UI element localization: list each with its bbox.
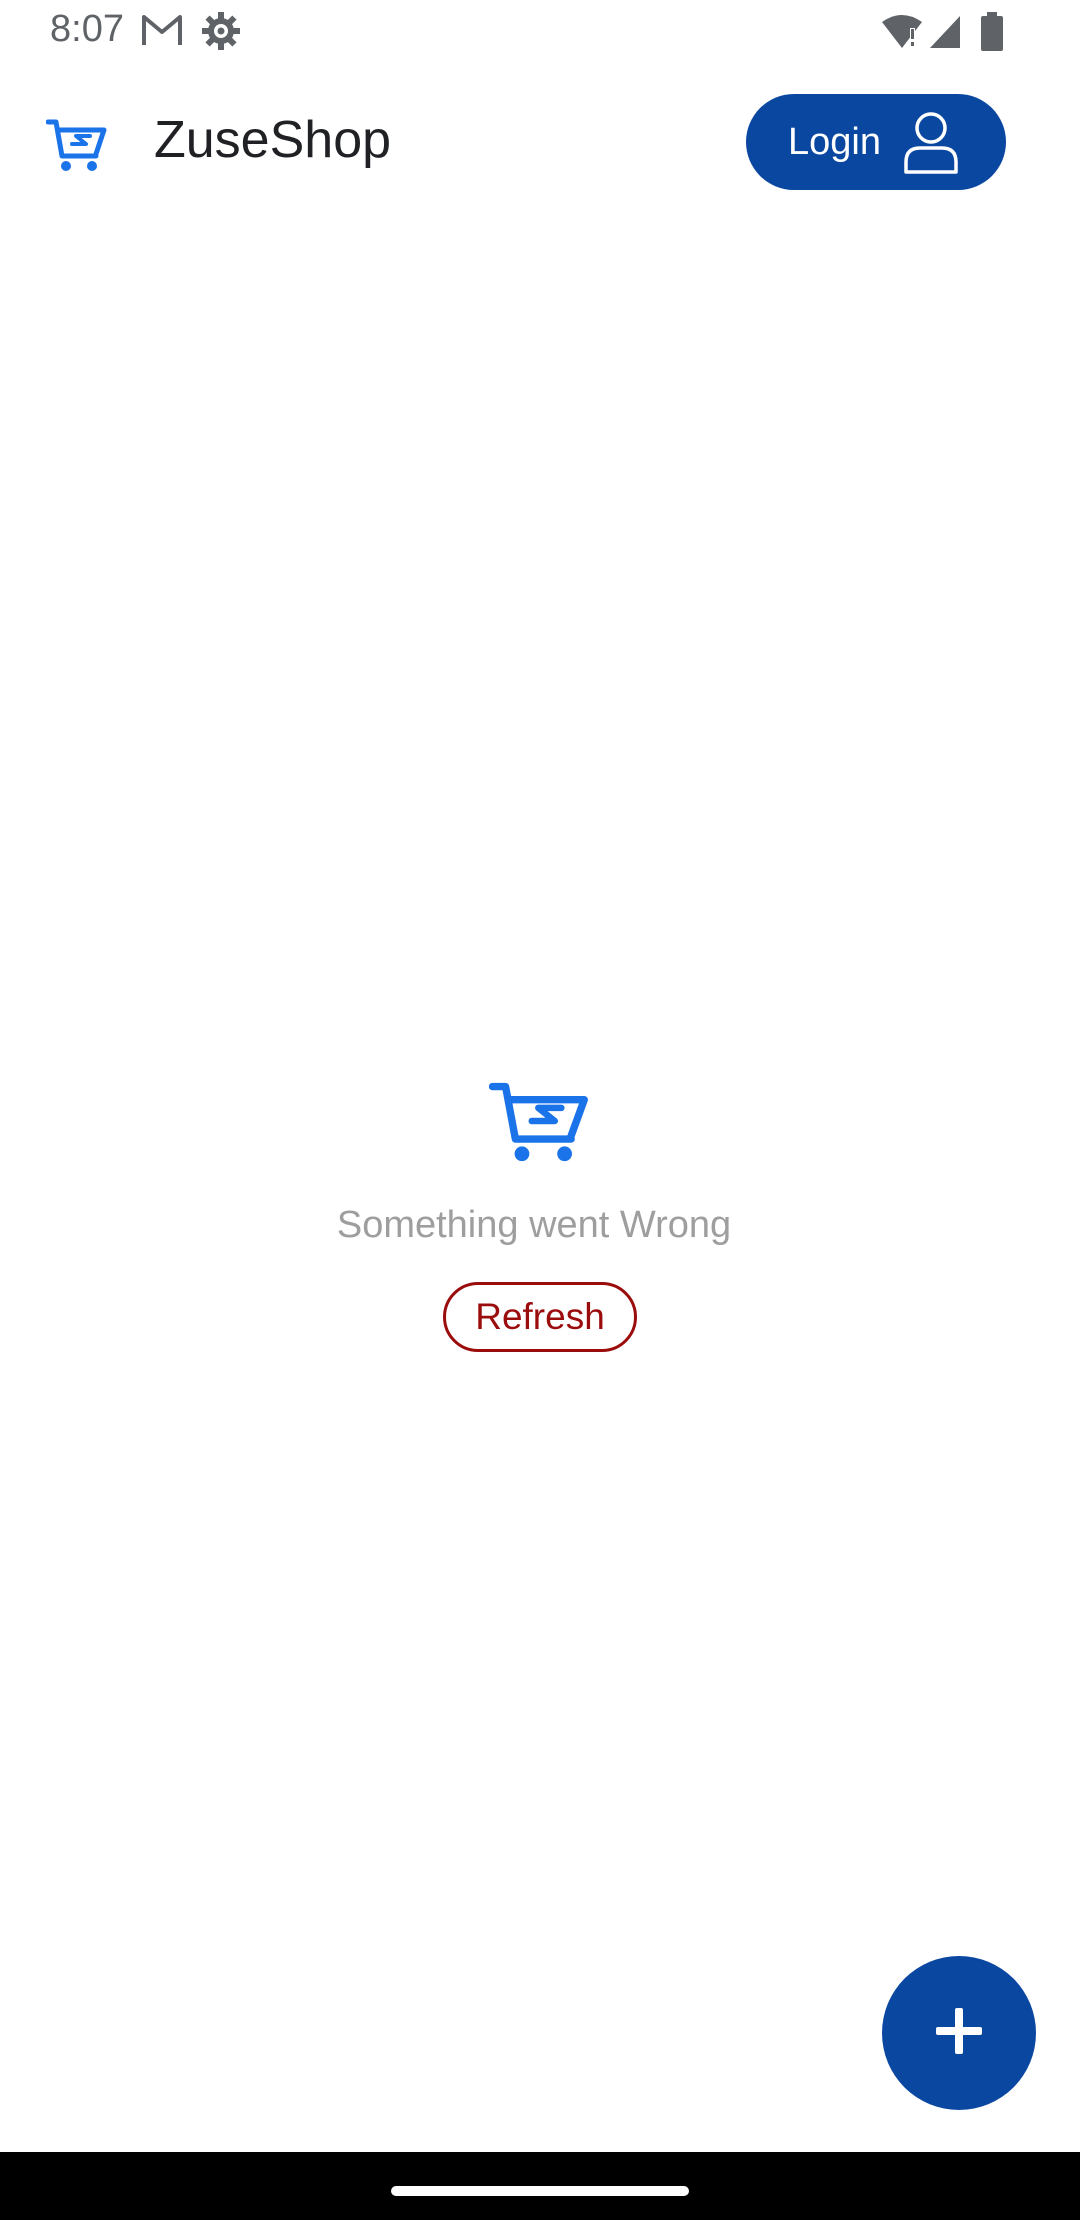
cell-signal-icon	[928, 14, 962, 55]
cart-icon	[488, 1080, 591, 1162]
error-message: Something went Wrong	[336, 1204, 732, 1246]
cart-icon	[45, 116, 108, 172]
login-button[interactable]: Login	[746, 94, 1006, 190]
login-label: Login	[788, 120, 881, 163]
settings-gear-icon	[200, 10, 242, 57]
user-icon	[902, 110, 960, 174]
wifi-alert-icon	[880, 14, 924, 55]
status-time: 8:07	[50, 8, 124, 50]
add-fab-button[interactable]	[882, 1956, 1036, 2110]
app-screen: 8:07 ZuseShop Login Something went Wrong…	[0, 0, 1080, 2220]
plus-icon	[934, 2006, 984, 2061]
gmail-icon	[141, 12, 183, 53]
battery-icon	[980, 12, 1004, 57]
system-nav-bar	[0, 2152, 1080, 2220]
refresh-button[interactable]: Refresh	[443, 1282, 637, 1352]
status-bar: 8:07	[0, 0, 1080, 66]
app-title: ZuseShop	[154, 111, 392, 169]
app-bar: ZuseShop Login	[0, 66, 1080, 222]
home-gesture-handle[interactable]	[391, 2186, 689, 2196]
